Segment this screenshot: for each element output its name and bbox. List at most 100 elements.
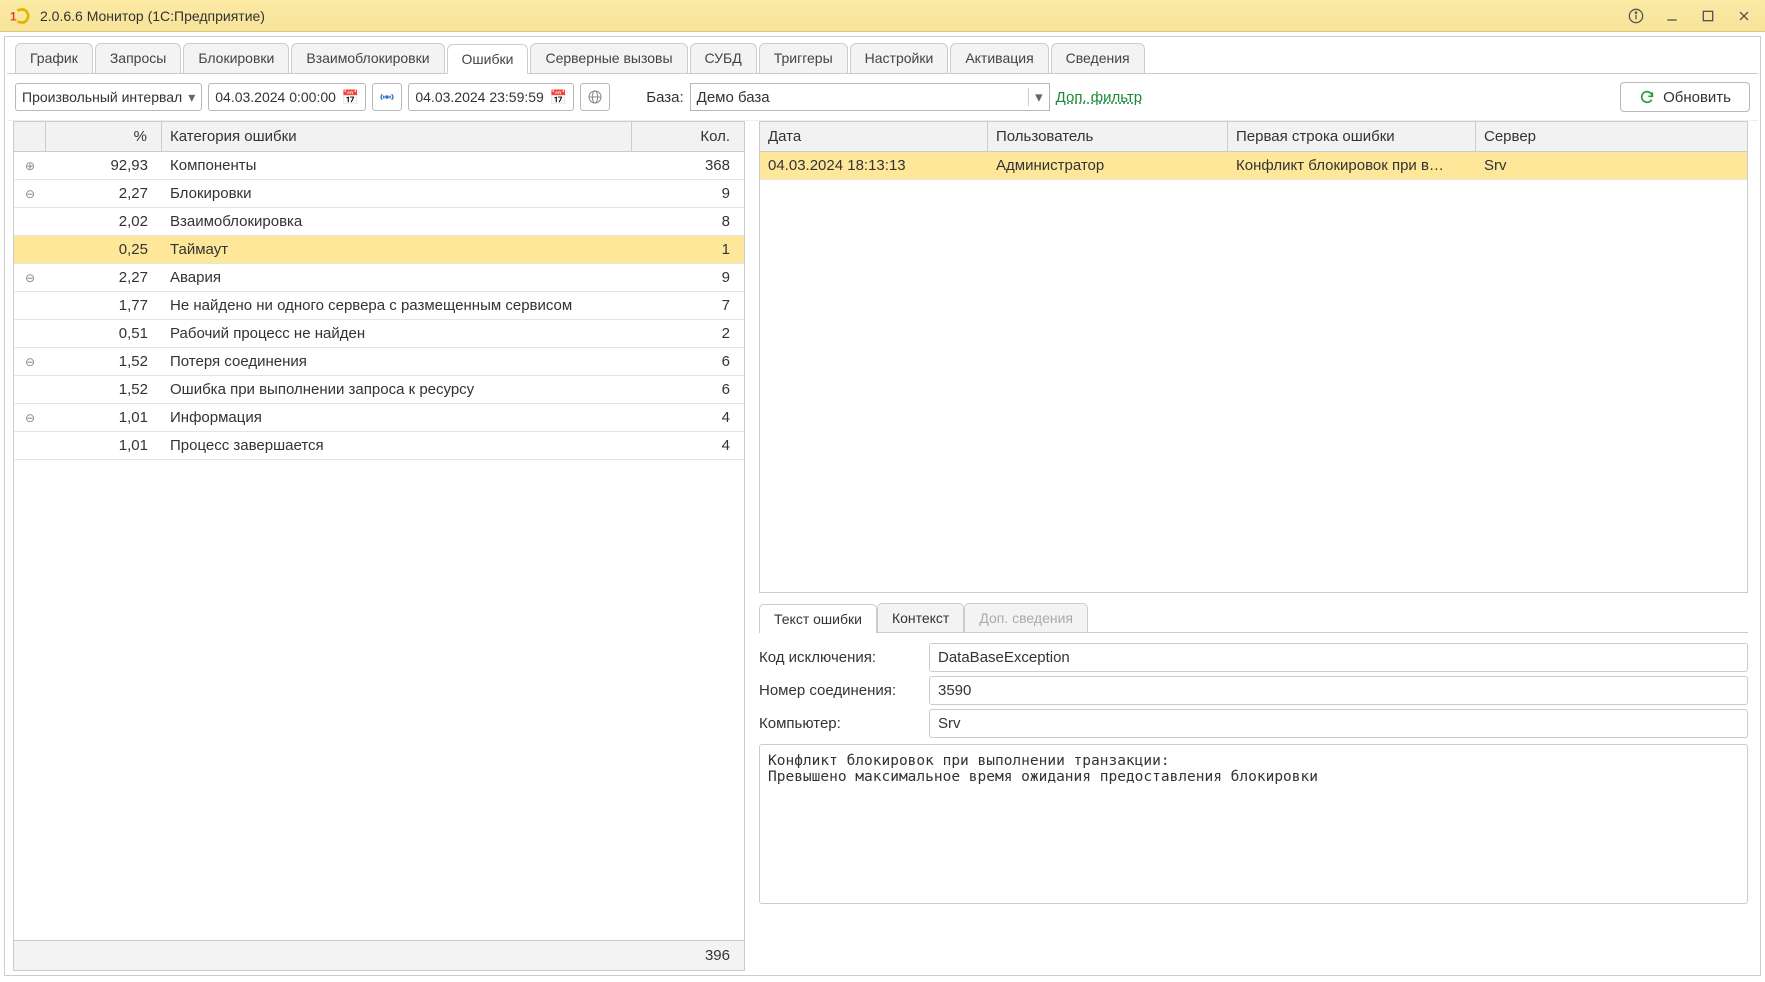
col-category[interactable]: Категория ошибки bbox=[162, 122, 632, 151]
computer-label: Компьютер: bbox=[759, 715, 919, 732]
detail-tabs: Текст ошибкиКонтекстДоп. сведения bbox=[759, 603, 1758, 632]
cell-percent: 2,27 bbox=[46, 180, 162, 207]
tab-1[interactable]: Запросы bbox=[95, 43, 181, 73]
tab-9[interactable]: Активация bbox=[950, 43, 1048, 73]
detail-tab-1[interactable]: Контекст bbox=[877, 603, 964, 632]
cell-category: Процесс завершается bbox=[162, 432, 632, 459]
interval-combo[interactable]: Произвольный интервал ▾ bbox=[15, 83, 202, 111]
tab-4[interactable]: Ошибки bbox=[447, 44, 529, 74]
main-tabs: ГрафикЗапросыБлокировкиВзаимоблокировкиО… bbox=[7, 39, 1758, 74]
table-row[interactable]: ⊕92,93Компоненты368 bbox=[14, 152, 744, 180]
table-row[interactable]: ⊖2,27Блокировки9 bbox=[14, 180, 744, 208]
tab-3[interactable]: Взаимоблокировки bbox=[291, 43, 444, 73]
exception-code-field[interactable]: DataBaseException bbox=[929, 643, 1748, 672]
cell-category: Авария bbox=[162, 264, 632, 291]
cell-category: Информация bbox=[162, 404, 632, 431]
grid-footer: 396 bbox=[14, 940, 744, 970]
cell-category: Не найдено ни одного сервера с размещенн… bbox=[162, 292, 632, 319]
base-combo[interactable]: Демо база ▾ bbox=[690, 83, 1050, 111]
cell-category: Блокировки bbox=[162, 180, 632, 207]
date-to-input[interactable]: 04.03.2024 23:59:59 📅 bbox=[408, 83, 574, 111]
table-row[interactable]: 1,01Процесс завершается4 bbox=[14, 432, 744, 460]
col-date[interactable]: Дата bbox=[760, 122, 988, 151]
base-label: База: bbox=[646, 89, 683, 106]
titlebar: 1 2.0.6.6 Монитор (1С:Предприятие) bbox=[0, 0, 1765, 32]
table-row[interactable]: 2,02Взаимоблокировка8 bbox=[14, 208, 744, 236]
cell-server: Srv bbox=[1476, 152, 1747, 179]
expand-icon[interactable]: ⊖ bbox=[14, 348, 46, 375]
tab-10[interactable]: Сведения bbox=[1051, 43, 1145, 73]
cell-percent: 1,52 bbox=[46, 348, 162, 375]
calendar-icon[interactable]: 📅 bbox=[550, 89, 567, 106]
date-to-value: 04.03.2024 23:59:59 bbox=[415, 89, 543, 105]
expand-icon bbox=[14, 236, 46, 263]
table-row[interactable]: 1,52Ошибка при выполнении запроса к ресу… bbox=[14, 376, 744, 404]
col-first-line[interactable]: Первая строка ошибки bbox=[1228, 122, 1476, 151]
expand-icon[interactable]: ⊕ bbox=[14, 152, 46, 179]
close-button[interactable] bbox=[1733, 5, 1755, 27]
expand-icon[interactable]: ⊖ bbox=[14, 264, 46, 291]
chevron-down-icon[interactable]: ▾ bbox=[188, 89, 195, 106]
col-server[interactable]: Сервер bbox=[1476, 122, 1747, 151]
cell-percent: 92,93 bbox=[46, 152, 162, 179]
extra-filter-link[interactable]: Доп. фильтр bbox=[1056, 89, 1142, 106]
table-row[interactable]: 0,51Рабочий процесс не найден2 bbox=[14, 320, 744, 348]
tab-5[interactable]: Серверные вызовы bbox=[530, 43, 687, 73]
cell-count: 4 bbox=[632, 404, 744, 431]
cell-count: 7 bbox=[632, 292, 744, 319]
expand-icon[interactable]: ⊖ bbox=[14, 404, 46, 431]
minimize-button[interactable] bbox=[1661, 5, 1683, 27]
col-percent[interactable]: % bbox=[46, 122, 162, 151]
table-row[interactable]: ⊖1,52Потеря соединения6 bbox=[14, 348, 744, 376]
cell-category: Компоненты bbox=[162, 152, 632, 179]
svg-text:1: 1 bbox=[10, 9, 17, 23]
cell-count: 1 bbox=[632, 236, 744, 263]
cell-count: 9 bbox=[632, 180, 744, 207]
connection-number-field[interactable]: 3590 bbox=[929, 676, 1748, 705]
cell-category: Рабочий процесс не найден bbox=[162, 320, 632, 347]
error-instances-grid: Дата Пользователь Первая строка ошибки С… bbox=[759, 121, 1748, 593]
cell-count: 6 bbox=[632, 376, 744, 403]
expand-icon bbox=[14, 376, 46, 403]
table-row[interactable]: ⊖1,01Информация4 bbox=[14, 404, 744, 432]
maximize-button[interactable] bbox=[1697, 5, 1719, 27]
tab-7[interactable]: Триггеры bbox=[759, 43, 848, 73]
detail-tab-0[interactable]: Текст ошибки bbox=[759, 604, 877, 633]
table-row[interactable]: 1,77Не найдено ни одного сервера с разме… bbox=[14, 292, 744, 320]
cell-count: 8 bbox=[632, 208, 744, 235]
computer-field[interactable]: Srv bbox=[929, 709, 1748, 738]
tab-0[interactable]: График bbox=[15, 43, 93, 73]
error-detail-panel: Код исключения: DataBaseException Номер … bbox=[759, 632, 1748, 910]
interval-value: Произвольный интервал bbox=[22, 89, 182, 105]
expand-icon bbox=[14, 208, 46, 235]
window-title: 2.0.6.6 Монитор (1С:Предприятие) bbox=[40, 8, 265, 24]
tab-2[interactable]: Блокировки bbox=[183, 43, 289, 73]
col-user[interactable]: Пользователь bbox=[988, 122, 1228, 151]
app-logo-icon: 1 bbox=[10, 7, 32, 25]
toolbar: Произвольный интервал ▾ 04.03.2024 0:00:… bbox=[7, 74, 1758, 121]
date-from-input[interactable]: 04.03.2024 0:00:00 📅 bbox=[208, 83, 366, 111]
tab-8[interactable]: Настройки bbox=[850, 43, 949, 73]
expand-icon[interactable]: ⊖ bbox=[14, 180, 46, 207]
cell-category: Таймаут bbox=[162, 236, 632, 263]
info-icon[interactable] bbox=[1625, 5, 1647, 27]
expand-icon bbox=[14, 292, 46, 319]
error-text-area[interactable]: Конфликт блокировок при выполнении транз… bbox=[759, 744, 1748, 904]
cell-category: Потеря соединения bbox=[162, 348, 632, 375]
cell-percent: 1,77 bbox=[46, 292, 162, 319]
refresh-button[interactable]: Обновить bbox=[1620, 82, 1750, 112]
table-row[interactable]: 04.03.2024 18:13:13АдминистраторКонфликт… bbox=[760, 152, 1747, 180]
live-button[interactable] bbox=[372, 83, 402, 111]
globe-button[interactable] bbox=[580, 83, 610, 111]
tab-6[interactable]: СУБД bbox=[690, 43, 757, 73]
grid-header: Дата Пользователь Первая строка ошибки С… bbox=[760, 122, 1747, 152]
cell-category: Ошибка при выполнении запроса к ресурсу bbox=[162, 376, 632, 403]
table-row[interactable]: 0,25Таймаут1 bbox=[14, 236, 744, 264]
col-count[interactable]: Кол. bbox=[632, 122, 744, 151]
cell-percent: 2,02 bbox=[46, 208, 162, 235]
table-row[interactable]: ⊖2,27Авария9 bbox=[14, 264, 744, 292]
calendar-icon[interactable]: 📅 bbox=[342, 89, 359, 106]
cell-count: 4 bbox=[632, 432, 744, 459]
total-count: 396 bbox=[632, 941, 744, 970]
chevron-down-icon[interactable]: ▾ bbox=[1028, 88, 1043, 106]
